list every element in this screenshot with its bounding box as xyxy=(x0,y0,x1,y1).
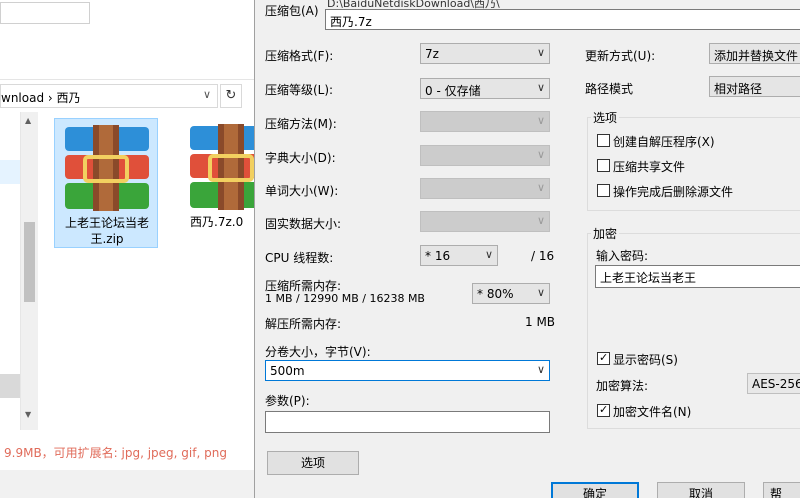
algo-label: 加密算法: xyxy=(596,379,649,393)
address-path: wnload › 西乃 xyxy=(1,91,81,105)
encrypt-names-checkbox[interactable]: ✓ xyxy=(597,403,610,417)
chevron-down-icon: ∨ xyxy=(536,81,545,94)
explorer-top-input[interactable] xyxy=(0,2,90,24)
options-group-title: 选项 xyxy=(591,109,620,126)
mem-value: * 80% xyxy=(477,287,514,301)
file-tile-7z[interactable]: 西乃.7z.0 xyxy=(184,118,274,248)
encrypt-names-label: 加密文件名(N) xyxy=(613,405,692,419)
level-label: 压缩等级(L): xyxy=(265,83,334,97)
file-explorer-window: wnload › 西乃 ∨ ↻ ▲ ▼ 上老王论坛当老王.zip 西乃.7z.0… xyxy=(0,0,274,498)
check-icon: ✓ xyxy=(599,351,609,364)
password-value: 上老王论坛当老王 xyxy=(600,271,697,285)
format-select[interactable]: 7z ∨ xyxy=(420,43,550,64)
check-icon: ✓ xyxy=(599,403,609,416)
path-mode-select[interactable]: 相对路径 xyxy=(709,76,800,97)
path-mode-value: 相对路径 xyxy=(714,82,763,96)
chevron-down-icon: ∨ xyxy=(536,214,545,227)
password-input[interactable]: 上老王论坛当老王 xyxy=(595,265,800,288)
help-button[interactable]: 帮 xyxy=(763,482,800,498)
chevron-down-icon: ∨ xyxy=(536,114,545,127)
word-label: 单词大小(W): xyxy=(265,184,339,198)
chevron-down-icon: ∨ xyxy=(536,46,545,59)
chevron-down-icon: ∨ xyxy=(536,181,545,194)
dict-select[interactable]: ∨ xyxy=(420,145,550,166)
archive-name-value: 西乃.7z xyxy=(330,15,372,29)
scroll-up-icon[interactable]: ▲ xyxy=(25,116,31,125)
explorer-bottom-bar xyxy=(0,470,254,498)
delete-source-checkbox[interactable] xyxy=(597,184,610,197)
level-value: 0 - 仅存储 xyxy=(425,84,481,98)
params-label: 参数(P): xyxy=(265,394,310,408)
level-select[interactable]: 0 - 仅存储 ∨ xyxy=(420,78,550,99)
update-label: 更新方式(U): xyxy=(585,49,656,63)
nav-item-selected[interactable] xyxy=(0,160,20,184)
method-select[interactable]: ∨ xyxy=(420,111,550,132)
ok-button[interactable]: 确定 xyxy=(551,482,639,498)
archive-name-combo[interactable]: 西乃.7z xyxy=(325,9,800,30)
scroll-thumb[interactable] xyxy=(24,222,35,302)
update-value: 添加并替换文件 xyxy=(714,49,799,63)
show-password-label: 显示密码(S) xyxy=(613,353,678,367)
method-label: 压缩方法(M): xyxy=(265,117,337,131)
algo-value: AES-256 xyxy=(752,377,800,391)
show-password-checkbox[interactable]: ✓ xyxy=(597,351,610,365)
dict-label: 字典大小(D): xyxy=(265,151,336,165)
cpu-select[interactable]: * 16 ∨ xyxy=(420,245,498,266)
volume-value: 500m xyxy=(270,364,305,378)
chevron-down-icon: ∨ xyxy=(536,286,545,299)
cancel-button[interactable]: 取消 xyxy=(657,482,745,498)
chevron-down-icon: ∨ xyxy=(484,248,493,261)
archive-icon xyxy=(65,125,149,211)
word-select[interactable]: ∨ xyxy=(420,178,550,199)
chevron-down-icon: ∨ xyxy=(536,148,545,161)
file-tile-zip[interactable]: 上老王论坛当老王.zip xyxy=(54,118,158,248)
algo-select[interactable]: AES-256 xyxy=(747,373,800,394)
nav-scrollbar[interactable]: ▲ ▼ xyxy=(20,112,38,430)
solid-label: 固实数据大小: xyxy=(265,217,342,231)
cpu-label: CPU 线程数: xyxy=(265,251,334,265)
shared-checkbox[interactable] xyxy=(597,159,610,172)
encrypt-group-title: 加密 xyxy=(591,225,620,242)
decomp-label: 解压所需内存: xyxy=(265,317,342,331)
update-select[interactable]: 添加并替换文件 xyxy=(709,43,800,64)
add-to-archive-dialog: 压缩包(A) D:\BaiduNetdiskDownload\西乃\ 西乃.7z… xyxy=(254,0,800,498)
volume-input[interactable]: 500m ∨ xyxy=(265,360,550,381)
archive-label: 压缩包(A) xyxy=(265,4,319,18)
file-name: 上老王论坛当老王.zip xyxy=(64,216,149,246)
options-button[interactable]: 选项 xyxy=(267,451,359,475)
volume-label: 分卷大小，字节(V): xyxy=(265,345,371,359)
format-label: 压缩格式(F): xyxy=(265,49,334,63)
nav-item-highlighted[interactable] xyxy=(0,374,20,398)
delete-source-label: 操作完成后删除源文件 xyxy=(613,185,734,199)
path-mode-label: 路径模式 xyxy=(585,82,634,96)
address-bar[interactable]: wnload › 西乃 ∨ xyxy=(0,84,218,108)
scroll-down-icon[interactable]: ▼ xyxy=(25,410,31,419)
format-value: 7z xyxy=(425,47,439,61)
password-label: 输入密码: xyxy=(596,249,649,263)
params-input[interactable] xyxy=(265,411,550,433)
solid-select[interactable]: ∨ xyxy=(420,211,550,232)
chevron-down-icon[interactable]: ∨ xyxy=(203,88,211,101)
sfx-checkbox[interactable] xyxy=(597,134,610,147)
refresh-icon[interactable]: ↻ xyxy=(220,84,242,108)
cpu-total: / 16 xyxy=(531,249,555,263)
upload-hint-text: 9.9MB，可用扩展名: jpg, jpeg, gif, png xyxy=(4,446,227,460)
decomp-value: 1 MB xyxy=(525,315,556,329)
mem-detail: 1 MB / 12990 MB / 16238 MB xyxy=(265,292,425,305)
mem-select[interactable]: * 80% ∨ xyxy=(472,283,550,304)
cpu-value: * 16 xyxy=(425,249,451,263)
shared-label: 压缩共享文件 xyxy=(613,160,686,174)
explorer-ribbon-area xyxy=(0,0,254,80)
chevron-down-icon: ∨ xyxy=(536,363,545,376)
sfx-label: 创建自解压程序(X) xyxy=(613,135,715,149)
